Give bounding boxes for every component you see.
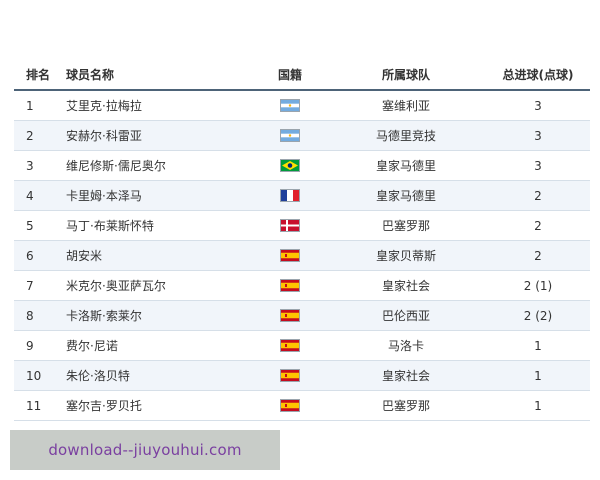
table-row: 5 马丁·布莱斯怀特 巴塞罗那 2 — [14, 211, 590, 241]
rank-cell: 5 — [26, 218, 34, 233]
club-cell: 马洛卡 — [387, 339, 424, 353]
goals-cell: 3 — [534, 98, 542, 113]
table-row: 1 艾里克·拉梅拉 塞维利亚 3 — [14, 91, 590, 121]
header-player-name: 球员名称 — [66, 68, 115, 82]
rank-cell: 9 — [26, 338, 34, 353]
rank-cell: 1 — [26, 98, 34, 113]
rank-cell: 2 — [26, 128, 34, 143]
table-row: 7 米克尔·奥亚萨瓦尔 皇家社会 2 (1) — [14, 271, 590, 301]
goals-cell: 3 — [534, 158, 542, 173]
denmark-flag-icon — [280, 219, 300, 232]
table-row: 9 费尔·尼诺 马洛卡 1 — [14, 331, 590, 361]
nationality-cell — [254, 399, 326, 412]
nationality-cell — [254, 189, 326, 202]
spain-flag-icon — [280, 399, 300, 412]
goals-cell: 1 — [534, 368, 542, 383]
nationality-cell — [254, 369, 326, 382]
watermark: download--jiuyouhui.com — [10, 430, 280, 470]
club-cell: 皇家社会 — [381, 369, 430, 383]
goals-cell: 3 — [534, 128, 542, 143]
argentina-flag-icon — [280, 99, 300, 112]
nationality-cell — [254, 249, 326, 262]
player-name-cell: 卡洛斯·索莱尔 — [66, 309, 142, 323]
header-rank: 排名 — [26, 68, 51, 82]
club-cell: 皇家贝蒂斯 — [375, 249, 436, 263]
nationality-cell — [254, 159, 326, 172]
player-name-cell: 塞尔吉·罗贝托 — [66, 399, 142, 413]
header-nationality: 国籍 — [277, 68, 302, 82]
table-body: 1 艾里克·拉梅拉 塞维利亚 3 2 安赫尔·科雷亚 马德里竞技 3 3 维尼修斯·儒尼奥尔 皇家马… — [14, 91, 590, 421]
goals-cell: 1 — [534, 338, 542, 353]
player-name-cell: 维尼修斯·儒尼奥尔 — [66, 159, 166, 173]
goals-cell: 1 — [534, 398, 542, 413]
rank-cell: 11 — [26, 398, 42, 413]
club-cell: 巴伦西亚 — [381, 309, 430, 323]
spain-flag-icon — [280, 309, 300, 322]
nationality-cell — [254, 99, 326, 112]
goals-cell: 2 (2) — [523, 308, 553, 323]
spain-flag-icon — [280, 369, 300, 382]
goals-cell: 2 — [534, 218, 542, 233]
page: 排名 球员名称 国籍 所属球队 总进球(点球) 1 艾里克·拉梅拉 塞维利亚 3 2 安赫… — [0, 0, 600, 480]
goals-cell: 2 — [534, 248, 542, 263]
table-row: 2 安赫尔·科雷亚 马德里竞技 3 — [14, 121, 590, 151]
table-row: 8 卡洛斯·索莱尔 巴伦西亚 2 (2) — [14, 301, 590, 331]
nationality-cell — [254, 279, 326, 292]
rank-cell: 10 — [26, 368, 42, 383]
scorers-table: 排名 球员名称 国籍 所属球队 总进球(点球) 1 艾里克·拉梅拉 塞维利亚 3 2 安赫… — [14, 60, 590, 421]
nationality-cell — [254, 129, 326, 142]
club-cell: 皇家社会 — [381, 279, 430, 293]
player-name-cell: 朱伦·洛贝特 — [66, 369, 130, 383]
player-name-cell: 马丁·布莱斯怀特 — [66, 219, 154, 233]
player-name-cell: 胡安米 — [66, 249, 103, 263]
nationality-cell — [254, 219, 326, 232]
player-name-cell: 安赫尔·科雷亚 — [66, 129, 142, 143]
player-name-cell: 卡里姆·本泽马 — [66, 189, 142, 203]
nationality-cell — [254, 339, 326, 352]
player-name-cell: 米克尔·奥亚萨瓦尔 — [66, 279, 166, 293]
table-row: 10 朱伦·洛贝特 皇家社会 1 — [14, 361, 590, 391]
rank-cell: 7 — [26, 278, 34, 293]
spain-flag-icon — [280, 279, 300, 292]
header-club: 所属球队 — [381, 68, 430, 82]
club-cell: 皇家马德里 — [375, 159, 436, 173]
table-row: 6 胡安米 皇家贝蒂斯 2 — [14, 241, 590, 271]
rank-cell: 6 — [26, 248, 34, 263]
club-cell: 马德里竞技 — [375, 129, 436, 143]
spain-flag-icon — [280, 339, 300, 352]
argentina-flag-icon — [280, 129, 300, 142]
table-header: 排名 球员名称 国籍 所属球队 总进球(点球) — [14, 60, 590, 91]
goals-cell: 2 — [534, 188, 542, 203]
rank-cell: 8 — [26, 308, 34, 323]
table-row: 11 塞尔吉·罗贝托 巴塞罗那 1 — [14, 391, 590, 421]
club-cell: 巴塞罗那 — [381, 399, 430, 413]
header-goals: 总进球(点球) — [502, 68, 574, 82]
goals-cell: 2 (1) — [523, 278, 553, 293]
table-row: 4 卡里姆·本泽马 皇家马德里 2 — [14, 181, 590, 211]
club-cell: 皇家马德里 — [375, 189, 436, 203]
player-name-cell: 艾里克·拉梅拉 — [66, 99, 142, 113]
spain-flag-icon — [280, 249, 300, 262]
club-cell: 塞维利亚 — [381, 99, 430, 113]
nationality-cell — [254, 309, 326, 322]
rank-cell: 3 — [26, 158, 34, 173]
player-name-cell: 费尔·尼诺 — [66, 339, 118, 353]
club-cell: 巴塞罗那 — [381, 219, 430, 233]
table-row: 3 维尼修斯·儒尼奥尔 皇家马德里 3 — [14, 151, 590, 181]
france-flag-icon — [280, 189, 300, 202]
rank-cell: 4 — [26, 188, 34, 203]
brazil-flag-icon — [280, 159, 300, 172]
